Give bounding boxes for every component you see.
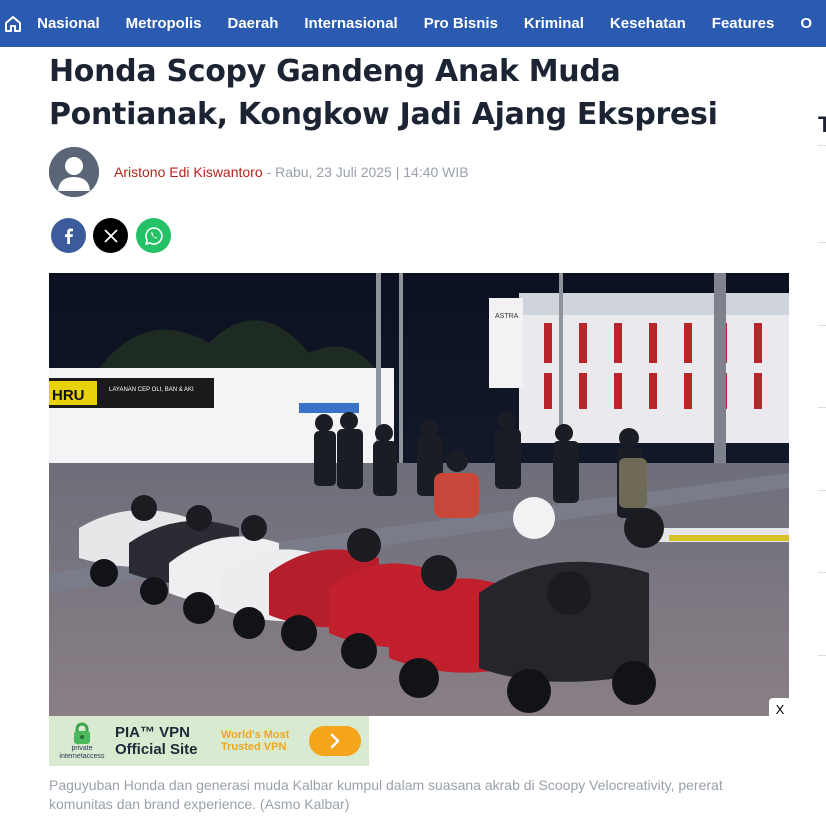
photo-caption: Paguyuban Honda dan generasi muda Kalbar…: [49, 777, 723, 812]
sidebar-divider: [818, 655, 826, 656]
nav-item-nasional[interactable]: Nasional: [37, 15, 100, 32]
article-photo: ASTRA HRU LAYANAN CEP OLI, BAN & AKI: [49, 273, 789, 716]
sidebar-divider: [818, 572, 826, 573]
shop-sign: HRU: [52, 387, 85, 404]
nav-item-metropolis[interactable]: Metropolis: [126, 15, 202, 32]
nav-item-pro-bisnis[interactable]: Pro Bisnis: [424, 15, 498, 32]
x-share-button[interactable]: [93, 218, 128, 253]
sidebar-divider: [818, 490, 826, 491]
pia-brand-line1: private: [71, 745, 93, 752]
ad-cta-button[interactable]: [309, 726, 361, 756]
facebook-share-button[interactable]: [51, 218, 86, 253]
shop-sign-sub: LAYANAN CEP OLI, BAN & AKI: [109, 387, 194, 393]
nav-item-kesehatan[interactable]: Kesehatan: [610, 15, 686, 32]
sidebar-divider: [818, 407, 826, 408]
pia-brand-line2: internetaccess: [59, 753, 105, 760]
facebook-icon: [64, 228, 73, 244]
article-dateline: - Rabu, 23 Juli 2025 | 14:40 WIB: [262, 164, 469, 180]
building-sign: ASTRA: [495, 313, 519, 320]
nav-item-overflow[interactable]: O: [800, 15, 812, 32]
whatsapp-share-button[interactable]: [136, 218, 171, 253]
top-navigation: Nasional Metropolis Daerah Internasional…: [0, 0, 826, 47]
whatsapp-icon: [144, 226, 163, 245]
ad-headline: PIA™ VPN Official Site: [115, 724, 198, 758]
sidebar-divider: [818, 242, 826, 243]
byline: Aristono Edi Kiswantoro - Rabu, 23 Juli …: [114, 164, 469, 180]
nav-item-kriminal[interactable]: Kriminal: [524, 15, 584, 32]
nav-item-internasional[interactable]: Internasional: [304, 15, 397, 32]
author-link[interactable]: Aristono Edi Kiswantoro: [114, 164, 263, 180]
sidebar-heading-fragment: T: [818, 112, 826, 137]
sidebar-divider: [818, 325, 826, 326]
nav-item-daerah[interactable]: Daerah: [228, 15, 279, 32]
ad-tagline: World's Most Trusted VPN: [221, 729, 290, 753]
vpn-ad-banner[interactable]: private internetaccess PIA™ VPN Official…: [49, 716, 369, 766]
ad-close-button[interactable]: X: [769, 698, 791, 720]
x-icon: [103, 228, 118, 243]
home-icon[interactable]: [0, 0, 25, 47]
author-avatar: [49, 147, 99, 197]
nav-item-features[interactable]: Features: [712, 15, 775, 32]
padlock-icon: [74, 722, 90, 744]
article-title: Honda Scopy Gandeng Anak Muda Pontianak,…: [49, 54, 718, 132]
chevron-right-icon: [330, 733, 340, 749]
sidebar-divider: [818, 145, 826, 146]
pia-logo: private internetaccess: [49, 716, 115, 766]
